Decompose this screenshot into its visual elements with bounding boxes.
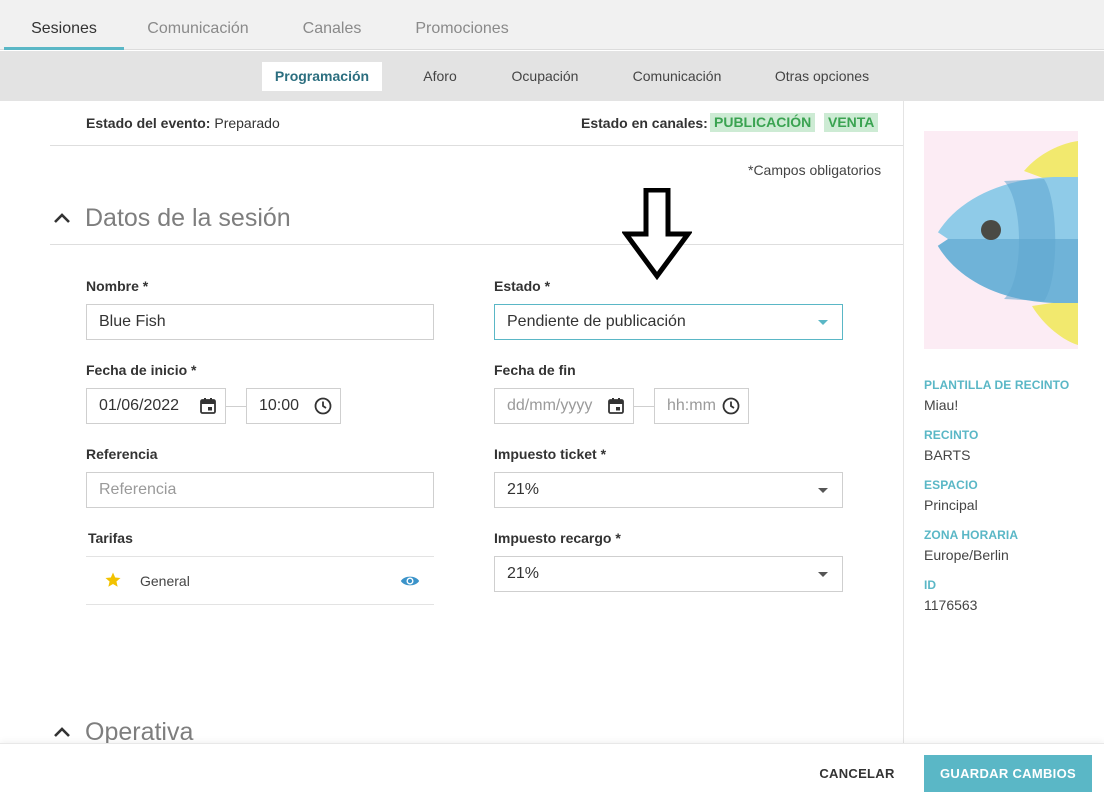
subtab-ocupacion[interactable]: Ocupación (500, 62, 590, 91)
subtab-otras-opciones[interactable]: Otras opciones (762, 62, 882, 91)
channels-status-label: Estado en canales: (581, 115, 708, 131)
impuesto-recargo-value: 21% (507, 565, 540, 582)
side-label-recinto: RECINTO (924, 428, 979, 442)
badge-venta: VENTA (824, 113, 879, 132)
side-label-id: ID (924, 578, 937, 592)
sub-tab-bar: Programación Aforo Ocupación Comunicació… (0, 51, 1104, 101)
subtab-aforo[interactable]: Aforo (406, 62, 474, 91)
impuesto-ticket-value: 21% (507, 481, 540, 498)
tab-canales[interactable]: Canales (282, 0, 382, 50)
event-image (924, 131, 1078, 349)
event-status-label: Estado del evento: (86, 115, 211, 131)
right-panel-divider (903, 101, 904, 743)
chevron-up-icon[interactable] (52, 722, 72, 742)
tab-promociones[interactable]: Promociones (406, 0, 518, 50)
fecha-inicio-label: Fecha de inicio * (86, 362, 197, 378)
estado-select[interactable]: Pendiente de publicación (494, 304, 843, 340)
impuesto-recargo-select[interactable]: 21% (494, 556, 843, 592)
side-value-id: 1176563 (924, 597, 978, 613)
chevron-down-icon (818, 320, 828, 325)
side-label-plantilla: PLANTILLA DE RECINTO (924, 378, 1070, 392)
required-fields-note: *Campos obligatorios (748, 162, 882, 178)
fecha-inicio-date-input[interactable]: 01/06/2022 (86, 388, 226, 424)
status-row: Estado del evento: Preparado Estado en c… (50, 101, 903, 146)
nombre-value: Blue Fish (99, 313, 166, 330)
nombre-label: Nombre * (86, 278, 149, 294)
chevron-down-icon (818, 572, 828, 577)
section-datos-sesion-header[interactable]: Datos de la sesión (50, 200, 903, 240)
impuesto-ticket-select[interactable]: 21% (494, 472, 843, 508)
side-value-espacio: Principal (924, 497, 978, 513)
fecha-inicio-date-value: 01/06/2022 (99, 397, 180, 414)
estado-label: Estado * (494, 278, 551, 294)
date-time-connector (226, 406, 246, 407)
referencia-placeholder: Referencia (99, 481, 177, 498)
side-value-plantilla: Miau! (924, 397, 959, 413)
section-title: Datos de la sesión (85, 204, 291, 232)
calendar-icon[interactable] (199, 397, 217, 415)
impuesto-ticket-label: Impuesto ticket * (494, 446, 607, 462)
star-icon (105, 572, 121, 587)
tarifas-label: Tarifas (88, 530, 133, 546)
side-label-zona-horaria: ZONA HORARIA (924, 528, 1019, 542)
fecha-inicio-time-value: 10:00 (259, 397, 300, 414)
date-time-connector (634, 406, 654, 407)
list-item[interactable]: General (86, 556, 434, 605)
fecha-fin-time-input[interactable]: hh:mm (654, 388, 749, 424)
event-status: Estado del evento: Preparado (86, 115, 280, 131)
tab-sesiones[interactable]: Sesiones (4, 0, 124, 50)
save-changes-button[interactable]: GUARDAR CAMBIOS (924, 755, 1092, 792)
cancel-button[interactable]: CANCELAR (810, 759, 904, 789)
fecha-fin-time-placeholder: hh:mm (667, 397, 716, 414)
calendar-icon[interactable] (607, 397, 625, 415)
referencia-label: Referencia (86, 446, 158, 462)
estado-value: Pendiente de publicación (507, 313, 686, 330)
side-value-zona-horaria: Europe/Berlin (924, 547, 1009, 563)
fecha-inicio-time-input[interactable]: 10:00 (246, 388, 341, 424)
eye-icon[interactable] (400, 573, 420, 589)
event-status-value: Preparado (214, 115, 280, 131)
fish-illustration (930, 141, 1078, 345)
section-divider (50, 244, 903, 245)
footer-bar: CANCELAR GUARDAR CAMBIOS (0, 743, 1104, 801)
clock-icon[interactable] (722, 397, 740, 415)
tab-comunicacion[interactable]: Comunicación (138, 0, 258, 50)
nombre-input[interactable]: Blue Fish (86, 304, 434, 340)
referencia-input[interactable]: Referencia (86, 472, 434, 508)
fecha-fin-date-input[interactable]: dd/mm/yyyy (494, 388, 634, 424)
badge-publicacion: PUBLICACIÓN (710, 113, 816, 132)
fecha-fin-label: Fecha de fin (494, 362, 576, 378)
chevron-down-icon (818, 488, 828, 493)
top-tab-bar: Sesiones Comunicación Canales Promocione… (0, 0, 1104, 50)
down-arrow-icon (622, 188, 692, 280)
side-label-espacio: ESPACIO (924, 478, 978, 492)
subtab-comunicacion[interactable]: Comunicación (622, 62, 732, 91)
tarifa-name: General (140, 573, 190, 589)
fecha-fin-date-placeholder: dd/mm/yyyy (507, 397, 593, 414)
impuesto-recargo-label: Impuesto recargo * (494, 530, 621, 546)
clock-icon[interactable] (314, 397, 332, 415)
chevron-up-icon[interactable] (52, 208, 72, 228)
side-value-recinto: BARTS (924, 447, 971, 463)
subtab-programacion[interactable]: Programación (262, 62, 382, 91)
